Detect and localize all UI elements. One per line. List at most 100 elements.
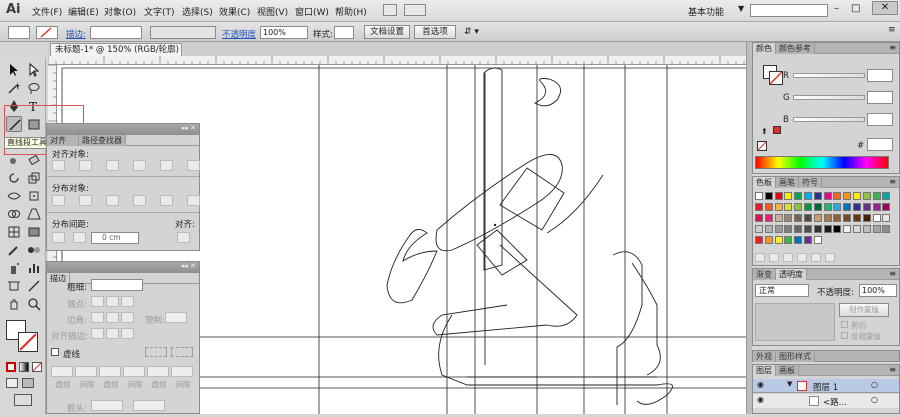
color-swatch[interactable] xyxy=(755,225,763,233)
bevel-join-icon[interactable] xyxy=(121,312,134,323)
distribute-left-icon[interactable] xyxy=(133,195,146,206)
color-swatch[interactable] xyxy=(813,192,822,200)
spacing-horizontal-icon[interactable] xyxy=(73,232,86,243)
color-swatch[interactable] xyxy=(882,214,891,222)
menu-select[interactable]: 选择(S) xyxy=(182,5,213,18)
clip-checkbox[interactable] xyxy=(841,321,848,328)
delete-swatch-icon[interactable] xyxy=(825,253,835,262)
color-swatch[interactable] xyxy=(872,192,881,200)
color-swatch[interactable] xyxy=(862,214,871,222)
perspective-grid-tool-icon[interactable] xyxy=(26,206,42,222)
color-swatch[interactable] xyxy=(794,236,803,244)
layer-row[interactable]: ◉ ▼ 图层 1 ○ xyxy=(753,379,899,393)
tab-transparency[interactable]: 透明度 xyxy=(776,269,807,280)
visibility-eye-icon[interactable]: ◉ xyxy=(757,395,764,404)
color-swatch[interactable] xyxy=(774,203,783,211)
gradient-tool-icon[interactable] xyxy=(26,224,42,240)
draw-normal-icon[interactable] xyxy=(6,378,18,388)
stroke-weight-field[interactable] xyxy=(91,279,143,291)
symbol-sprayer-tool-icon[interactable] xyxy=(6,260,22,276)
show-kinds-icon[interactable] xyxy=(769,253,779,262)
out-of-gamut-icon[interactable]: ⬆ xyxy=(761,127,768,136)
gap-field-1[interactable] xyxy=(75,366,97,377)
color-swatch[interactable] xyxy=(843,225,852,233)
end-arrow-select[interactable] xyxy=(133,400,165,411)
align-top-icon[interactable] xyxy=(133,160,146,171)
align-stroke-inside-icon[interactable] xyxy=(106,328,119,339)
stroke-panel-header[interactable]: ◂◂ ✕ xyxy=(47,262,199,273)
distribute-top-icon[interactable] xyxy=(52,195,65,206)
slice-tool-icon[interactable] xyxy=(26,278,42,294)
panel-menu-icon[interactable]: ≡ xyxy=(889,365,899,375)
color-swatch[interactable] xyxy=(853,214,861,222)
color-swatch[interactable] xyxy=(755,214,763,222)
color-swatch[interactable] xyxy=(804,225,812,233)
dash-field-2[interactable] xyxy=(99,366,121,377)
menu-window[interactable]: 窗口(W) xyxy=(295,5,329,18)
collapse-icon[interactable]: ◂◂ ✕ xyxy=(181,124,196,132)
stroke-swatch[interactable] xyxy=(18,332,38,352)
chevron-down-icon[interactable]: ▼ xyxy=(738,4,744,13)
dashed-checkbox[interactable] xyxy=(51,348,59,356)
artboard-tool-icon[interactable] xyxy=(6,278,22,294)
arrange-icon[interactable]: ⇵ ▾ xyxy=(464,27,479,37)
color-swatch[interactable] xyxy=(843,214,852,222)
color-swatch[interactable] xyxy=(862,225,871,233)
variable-width-select[interactable] xyxy=(150,26,216,39)
color-swatch[interactable] xyxy=(833,225,842,233)
swatch-options-icon[interactable] xyxy=(783,253,793,262)
expand-triangle-icon[interactable]: ▼ xyxy=(787,380,792,388)
tab-graphic-styles[interactable]: 图形样式 xyxy=(776,351,815,362)
color-swatch[interactable] xyxy=(764,203,773,211)
color-swatch[interactable] xyxy=(882,192,891,200)
color-stroke-swatch[interactable] xyxy=(769,71,783,85)
none-mode-icon[interactable] xyxy=(32,362,42,372)
color-swatch[interactable] xyxy=(774,236,783,244)
tab-pathfinder[interactable]: 路径查找器 xyxy=(79,135,126,146)
butt-cap-icon[interactable] xyxy=(91,296,104,307)
search-field[interactable] xyxy=(750,4,828,17)
dash-field-1[interactable] xyxy=(51,366,73,377)
direct-selection-tool-icon[interactable] xyxy=(26,62,42,78)
tab-appearance[interactable]: 外观 xyxy=(753,351,776,362)
color-swatch[interactable] xyxy=(882,225,891,233)
color-swatch[interactable] xyxy=(823,225,832,233)
close-icon[interactable]: ✕ xyxy=(872,1,898,15)
document-setup-button[interactable]: 文档设置 xyxy=(364,25,410,39)
menu-effect[interactable]: 效果(C) xyxy=(219,5,250,18)
menu-edit[interactable]: 编辑(E) xyxy=(68,5,99,18)
align-left-icon[interactable] xyxy=(52,160,65,171)
menu-file[interactable]: 文件(F) xyxy=(32,5,62,18)
color-swatch[interactable] xyxy=(764,192,773,200)
align-vcenter-icon[interactable] xyxy=(160,160,173,171)
align-stroke-outside-icon[interactable] xyxy=(121,328,134,339)
color-swatch[interactable] xyxy=(804,236,812,244)
color-swatch[interactable] xyxy=(833,192,842,200)
target-circle-icon[interactable]: ○ xyxy=(871,380,878,389)
blend-tool-icon[interactable] xyxy=(26,242,42,258)
tab-symbols[interactable]: 符号 xyxy=(799,177,822,188)
color-swatch[interactable] xyxy=(813,203,822,211)
opacity-label[interactable]: 不透明度 xyxy=(222,28,256,40)
color-swatch[interactable] xyxy=(862,203,871,211)
arrange-documents-icon[interactable] xyxy=(404,4,426,16)
panel-menu-icon[interactable]: ≡ xyxy=(889,43,899,53)
minimize-icon[interactable]: – xyxy=(834,3,839,14)
column-graph-tool-icon[interactable] xyxy=(26,260,42,276)
color-swatch[interactable] xyxy=(853,225,861,233)
color-swatch[interactable] xyxy=(823,214,832,222)
stroke-select[interactable] xyxy=(36,26,58,39)
align-to-selector-icon[interactable] xyxy=(177,232,190,243)
bridge-icon[interactable] xyxy=(383,4,397,16)
make-mask-button[interactable]: 制作蒙版 xyxy=(839,303,889,317)
stroke-label[interactable]: 描边: xyxy=(66,28,86,40)
transparency-opacity-input[interactable]: 100% xyxy=(859,284,897,297)
fill-stroke-widget[interactable] xyxy=(6,320,42,356)
color-swatch[interactable] xyxy=(843,203,852,211)
color-swatch[interactable] xyxy=(764,225,773,233)
tab-gradient[interactable]: 渐变 xyxy=(753,269,776,280)
color-swatch[interactable] xyxy=(872,225,881,233)
target-circle-icon[interactable]: ○ xyxy=(871,395,878,404)
lasso-tool-icon[interactable] xyxy=(26,80,42,96)
color-swatch[interactable] xyxy=(804,192,812,200)
